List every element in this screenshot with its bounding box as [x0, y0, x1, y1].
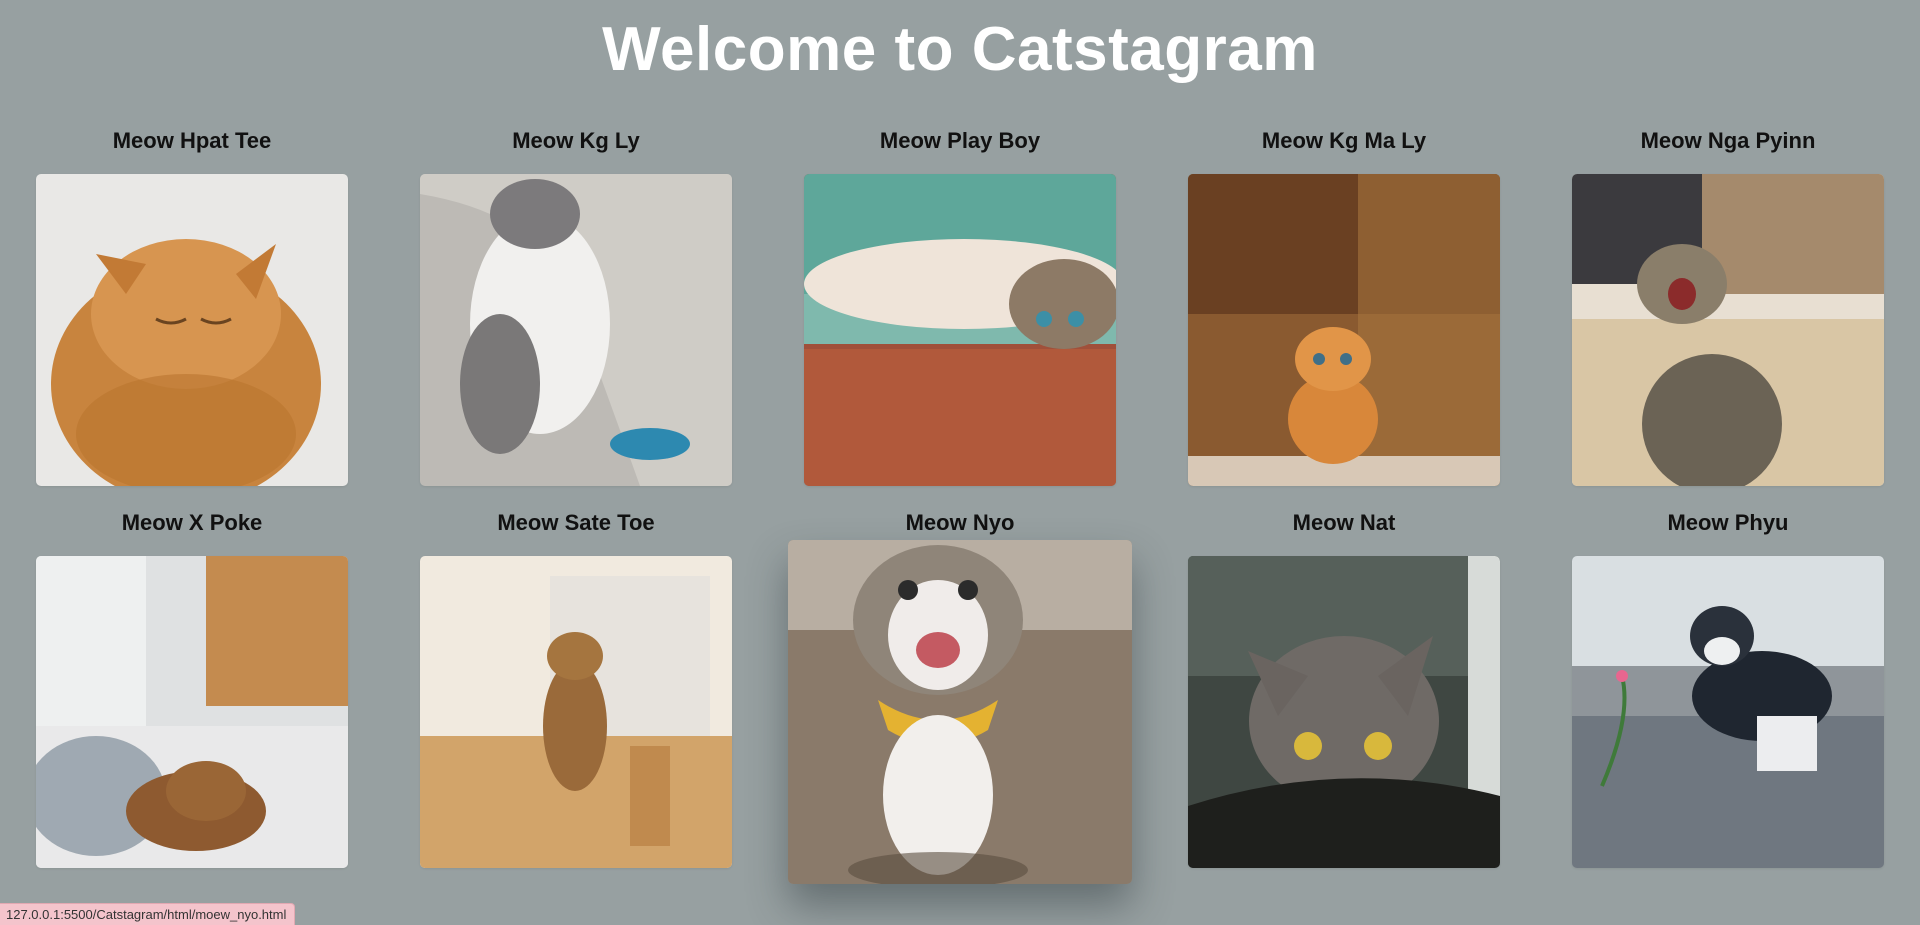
cat-card-title: Meow X Poke	[121, 510, 263, 535]
cat-photo[interactable]	[420, 174, 732, 486]
cat-gallery: Meow Hpat Tee Meow Kg Ly Meow Play Boy M…	[0, 0, 1920, 925]
cat-card-title: Meow Nga Pyinn	[1640, 128, 1816, 153]
cat-image	[420, 174, 732, 486]
cat-image	[788, 540, 1132, 884]
cat-image	[420, 556, 732, 868]
cat-card-title: Meow Phyu	[1667, 510, 1789, 535]
cat-card-title: Meow Nyo	[905, 510, 1015, 535]
cat-card-title: Meow Kg Ly	[512, 128, 640, 153]
cat-image	[36, 174, 348, 486]
cat-card-title: Meow Hpat Tee	[112, 128, 272, 153]
cat-photo[interactable]	[36, 556, 348, 868]
cat-card-title: Meow Sate Toe	[497, 510, 655, 535]
cat-image	[1188, 174, 1500, 486]
cat-image	[1572, 556, 1884, 868]
cat-card-title: Meow Nat	[1292, 510, 1396, 535]
cat-image	[1188, 556, 1500, 868]
cat-photo[interactable]	[1188, 556, 1500, 868]
cat-photo[interactable]	[804, 174, 1116, 486]
cat-photo[interactable]	[1572, 556, 1884, 868]
cat-photo[interactable]	[1572, 174, 1884, 486]
cat-photo[interactable]	[788, 540, 1132, 884]
cat-card-title: Meow Kg Ma Ly	[1261, 128, 1427, 153]
cat-card-title: Meow Play Boy	[879, 128, 1041, 153]
cat-image	[1572, 174, 1884, 486]
cat-image	[804, 174, 1116, 486]
cat-photo[interactable]	[420, 556, 732, 868]
cat-image	[36, 556, 348, 868]
cat-photo[interactable]	[1188, 174, 1500, 486]
cat-photo[interactable]	[36, 174, 348, 486]
status-bar-url: 127.0.0.1:5500/Catstagram/html/moew_nyo.…	[0, 903, 296, 925]
